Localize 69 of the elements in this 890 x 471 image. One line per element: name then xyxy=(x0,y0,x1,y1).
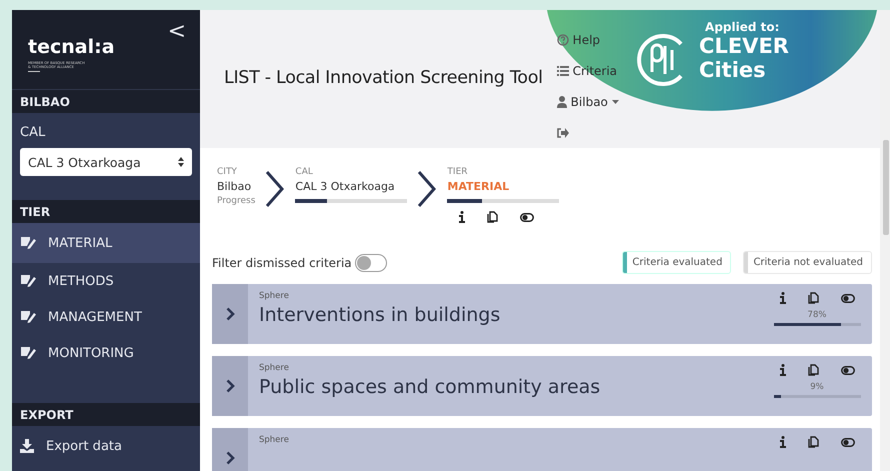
collapse-button[interactable]: < xyxy=(166,18,188,46)
sphere-card[interactable]: Sphere xyxy=(212,428,872,471)
progress-percent: 9% xyxy=(810,382,824,392)
section-heading: TIER xyxy=(12,200,200,223)
filter-switch[interactable] xyxy=(354,254,387,272)
info-icon[interactable] xyxy=(780,292,786,304)
chevron-icon xyxy=(417,170,438,208)
toggle-icon[interactable] xyxy=(840,366,854,374)
copy-icon[interactable] xyxy=(487,211,498,223)
tecnalia-logo: tecnal:a xyxy=(28,36,115,58)
caret-icon xyxy=(612,100,619,104)
copy-icon[interactable] xyxy=(808,364,818,376)
download-icon xyxy=(20,439,34,453)
filter-label: Filter dismissed criteria xyxy=(212,256,352,270)
logout-icon xyxy=(556,128,569,138)
info-icon[interactable] xyxy=(459,211,466,223)
crumb-value: CAL 3 Otxarkoaga xyxy=(295,179,395,195)
tier-menu-item[interactable]: METHODS xyxy=(12,263,200,299)
crumb-caption: CITY xyxy=(217,166,238,178)
sphere-card[interactable]: Sphere Public spaces and community areas 9% xyxy=(212,356,872,416)
info-icon[interactable] xyxy=(780,436,786,448)
edit-document-icon xyxy=(20,346,36,360)
chevron-icon xyxy=(226,451,234,465)
info-icon[interactable] xyxy=(780,364,786,376)
tier-menu-item[interactable]: MATERIAL xyxy=(12,223,200,263)
chevron-icon xyxy=(226,307,234,321)
copy-icon[interactable] xyxy=(808,292,818,304)
cal-select[interactable]: CAL 3 Otxarkoaga xyxy=(20,148,192,176)
sphere-title: Public spaces and community areas xyxy=(259,376,602,398)
toggle-icon[interactable] xyxy=(840,438,854,446)
user-icon xyxy=(556,96,567,108)
edit-document-icon xyxy=(20,274,36,288)
crumb-caption: CAL xyxy=(295,166,314,178)
scrollbar-thumb[interactable] xyxy=(883,140,889,235)
chevron-icon xyxy=(226,379,234,393)
toggle-icon[interactable] xyxy=(840,294,854,302)
badge-title: CLEVER xyxy=(699,34,789,58)
help-icon xyxy=(556,34,569,46)
tier-menu-item[interactable]: MONITORING xyxy=(12,335,200,371)
edit-document-icon xyxy=(20,310,36,324)
sphere-card[interactable]: Sphere Interventions in buildings 78% xyxy=(212,284,872,344)
cal-label: CAL xyxy=(20,125,46,140)
toggle-icon[interactable] xyxy=(520,212,534,222)
legend-label: Criteria evaluated xyxy=(631,256,724,270)
crumb-note: Progress xyxy=(217,196,256,206)
tier-menu-item[interactable]: MANAGEMENT xyxy=(12,299,200,335)
progress-percent: 78% xyxy=(808,310,826,320)
page-title: LIST - Local Innovation Screening Tool xyxy=(224,68,543,88)
section-heading: BILBAO xyxy=(12,90,200,113)
section-heading: EXPORT xyxy=(12,403,200,426)
user-menu[interactable]: Bilbao xyxy=(556,86,619,117)
legend-label: Criteria not evaluated xyxy=(752,256,864,270)
chevron-icon xyxy=(265,170,286,208)
crumb-value: MATERIAL xyxy=(447,179,510,195)
expand-button[interactable] xyxy=(212,428,248,471)
badge-title: Cities xyxy=(699,58,766,82)
help-link[interactable]: Help xyxy=(556,24,600,55)
crumb-value: Bilbao xyxy=(217,179,252,195)
edit-document-icon xyxy=(20,236,36,250)
sphere-caption: Sphere xyxy=(259,291,290,301)
export-menu-item[interactable]: Export data xyxy=(12,426,200,466)
sphere-caption: Sphere xyxy=(259,363,290,373)
badge-caption: Applied to: xyxy=(705,20,780,34)
sphere-title: Interventions in buildings xyxy=(259,304,502,326)
crumb-caption: TIER xyxy=(447,166,469,178)
list-icon xyxy=(556,66,569,76)
sort-icon xyxy=(178,157,184,167)
sphere-caption: Sphere xyxy=(259,435,290,445)
copy-icon[interactable] xyxy=(808,436,818,448)
